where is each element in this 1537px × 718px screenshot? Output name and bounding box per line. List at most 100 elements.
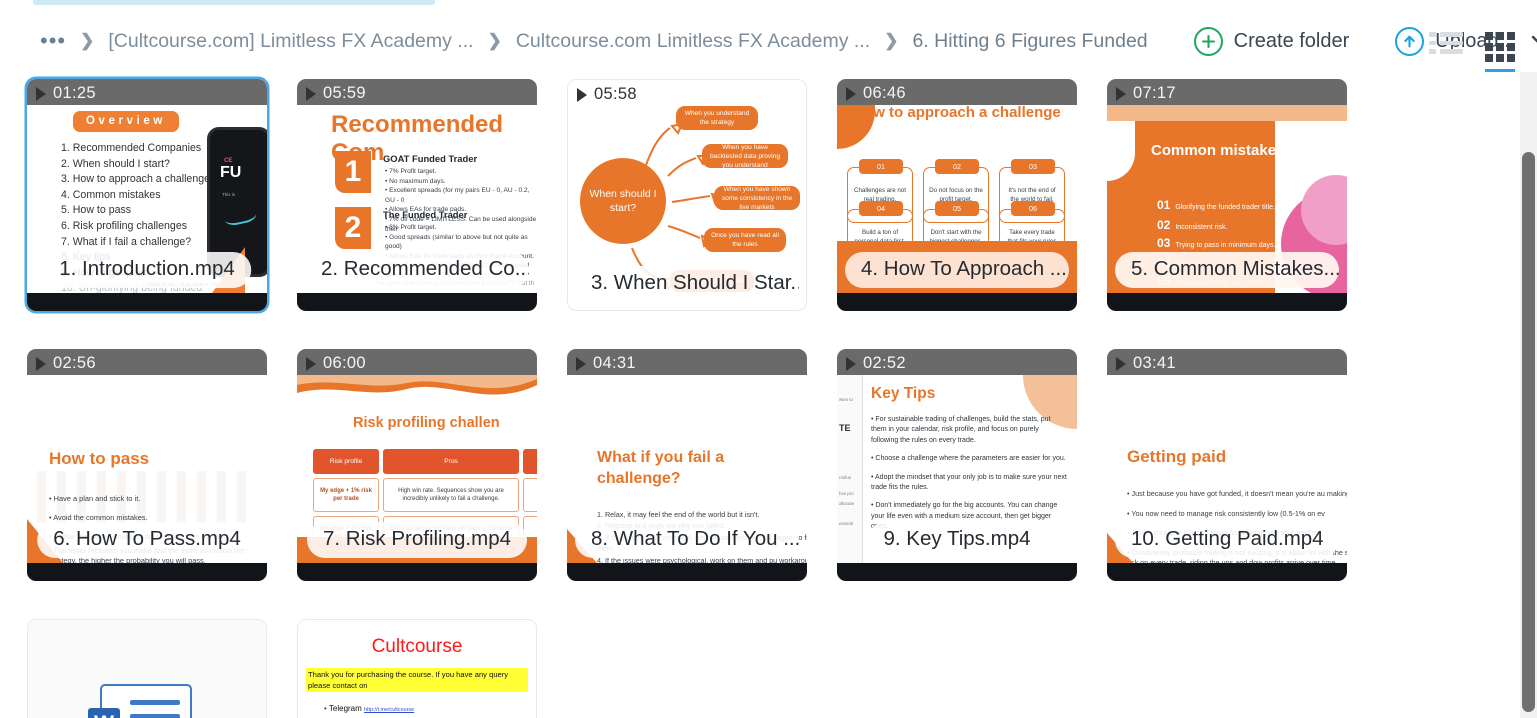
video-duration: 03:41 (1116, 354, 1176, 373)
word-document-icon: W (88, 684, 192, 718)
create-folder-button[interactable]: Create folder (1193, 26, 1350, 56)
word-letter-icon: W (88, 708, 120, 718)
file-name-label: 10. Getting Paid.mp4 (1115, 522, 1339, 558)
slide-box-tag: 03 (1011, 159, 1055, 174)
file-name-label: 8. What To Do If You ... (575, 522, 799, 558)
slide-box-tag: 05 (935, 201, 979, 216)
plus-circle-icon (1193, 26, 1223, 56)
video-duration: 05:59 (306, 84, 366, 103)
file-card[interactable]: How to pass Have a plan and stick to it.… (27, 349, 267, 581)
video-duration: 07:17 (1116, 84, 1176, 103)
video-bottom-bar (297, 293, 537, 311)
file-card[interactable]: W (27, 619, 267, 718)
breadcrumb-separator-icon: ❯ (884, 31, 899, 50)
file-card[interactable]: Getting paid Just because you have got f… (1107, 349, 1347, 581)
file-name-label: 4. How To Approach ... (845, 252, 1069, 288)
slide-title: How to approach a challenge (853, 104, 1061, 121)
mindmap-node: Once you have read all the rules (704, 228, 786, 252)
list-view-toggle[interactable] (1429, 32, 1463, 65)
create-folder-label: Create folder (1233, 29, 1350, 52)
telegram-link[interactable]: http://t.me/cultcourse (364, 707, 414, 713)
slide-badge: Overview (73, 111, 179, 132)
play-icon (1116, 356, 1126, 371)
video-duration: 05:58 (577, 85, 637, 104)
slide-number-badge: 2 (335, 207, 371, 249)
mindmap-node: When you have backtested data proving yo… (702, 144, 788, 169)
decor-wave (297, 375, 537, 409)
vertical-scrollbar-track[interactable] (1520, 72, 1537, 718)
breadcrumb-separator-icon: ❯ (80, 31, 95, 50)
file-grid: Overview 1. Recommended Companies 2. When… (0, 72, 1515, 718)
video-bottom-bar (1107, 563, 1347, 581)
slide-box-tag: 04 (859, 201, 903, 216)
play-icon (576, 356, 586, 371)
play-icon (1116, 86, 1126, 101)
play-icon (846, 86, 856, 101)
video-bottom-bar (27, 563, 267, 581)
mindmap-node: When you understand the strategy (676, 106, 758, 130)
file-card[interactable]: Risk profiling challen Risk profile Pros… (297, 349, 537, 581)
upload-circle-icon (1395, 26, 1425, 56)
slide-heading: The Funded Trader (383, 209, 468, 220)
video-duration: 01:25 (36, 84, 96, 103)
slide-contact-list: Telegram http://t.me/cultcourse Instagra… (324, 702, 530, 718)
file-card[interactable]: Overview 1. Recommended Companies 2. When… (27, 79, 267, 311)
breadcrumb-item-current[interactable]: 6. Hitting 6 Figures Funded (912, 30, 1147, 53)
slide-title: Getting paid (1127, 447, 1227, 466)
slide-title: Key Tips (871, 385, 936, 402)
breadcrumb-toolbar: ••• ❯ [Cultcourse.com] Limitless FX Acad… (0, 14, 1537, 72)
file-name-label: 1. Introduction.mp4 (43, 252, 251, 288)
play-icon (36, 86, 46, 101)
slide-box-tag: 02 (935, 159, 979, 174)
file-card[interactable]: What if you fail a challenge? 1. Relax, … (567, 349, 807, 581)
play-icon (846, 356, 856, 371)
play-icon (306, 356, 316, 371)
vertical-scrollbar-thumb[interactable] (1522, 152, 1535, 712)
file-card[interactable]: wtes to TE rosfun hos pro allocate esion… (837, 349, 1077, 581)
video-bottom-bar (27, 293, 267, 311)
file-name-label: 7. Risk Profiling.mp4 (307, 522, 527, 558)
file-card[interactable]: Cultcourse Thank you for purchasing the … (297, 619, 537, 718)
slide-title: What if you fail a challenge? (597, 449, 725, 487)
file-card[interactable]: How to approach a challenge 01 Challenge… (837, 79, 1077, 311)
breadcrumb-overflow-button[interactable]: ••• (40, 30, 66, 52)
breadcrumb-separator-icon: ❯ (487, 31, 502, 50)
slide-side-panel: wtes to TE rosfun hos pro allocate esion… (837, 375, 863, 563)
play-icon (36, 356, 46, 371)
file-card[interactable]: Common mistakes 01 Glorifying the funded … (1107, 79, 1347, 311)
play-icon (577, 87, 587, 102)
slide-heading: GOAT Funded Trader (383, 153, 478, 164)
play-icon (306, 86, 316, 101)
chevron-down-icon[interactable] (1531, 34, 1537, 49)
mindmap-node: When you have shown some consistency in … (714, 186, 800, 211)
slide-title: Common mistakes (1151, 142, 1285, 159)
decor-band (1107, 105, 1347, 121)
slide-box-tag: 01 (859, 159, 903, 174)
grid-view-toggle[interactable] (1485, 32, 1515, 72)
video-duration: 02:52 (846, 354, 906, 373)
file-name-label: 2. Recommended Co... (305, 252, 529, 288)
video-bottom-bar (567, 563, 807, 581)
slide-box-tag: 06 (1011, 201, 1055, 216)
slide-title: Risk profiling challen (353, 415, 500, 431)
breadcrumb-item-2[interactable]: Cultcourse.com Limitless FX Academy ... (516, 30, 870, 53)
video-bottom-bar (837, 563, 1077, 581)
video-duration: 02:56 (36, 354, 96, 373)
video-bottom-bar (1107, 293, 1347, 311)
slide-highlight-text: Thank you for purchasing the course. If … (306, 668, 528, 692)
video-duration: 04:31 (576, 354, 636, 373)
file-name-label: 3. When Should I Star... (575, 266, 799, 302)
file-name-label: 9. Key Tips.mp4 (867, 522, 1047, 558)
mindmap-center-node: When should I start? (580, 158, 666, 244)
file-card[interactable]: Recommended Com 1 GOAT Funded Trader 7% … (297, 79, 537, 311)
page-load-progress-bar (33, 0, 435, 5)
slide-number-badge: 1 (335, 151, 371, 193)
file-name-label: 5. Common Mistakes.... (1115, 252, 1339, 288)
slide-title: Cultcourse (371, 636, 463, 657)
file-card[interactable]: When should I start? When you understand… (567, 79, 807, 311)
video-bottom-bar (297, 563, 537, 581)
slide-title: How to pass (49, 449, 150, 468)
file-name-label: 6. How To Pass.mp4 (37, 522, 257, 558)
video-duration: 06:46 (846, 84, 906, 103)
breadcrumb-item-1[interactable]: [Cultcourse.com] Limitless FX Academy ..… (108, 30, 473, 53)
